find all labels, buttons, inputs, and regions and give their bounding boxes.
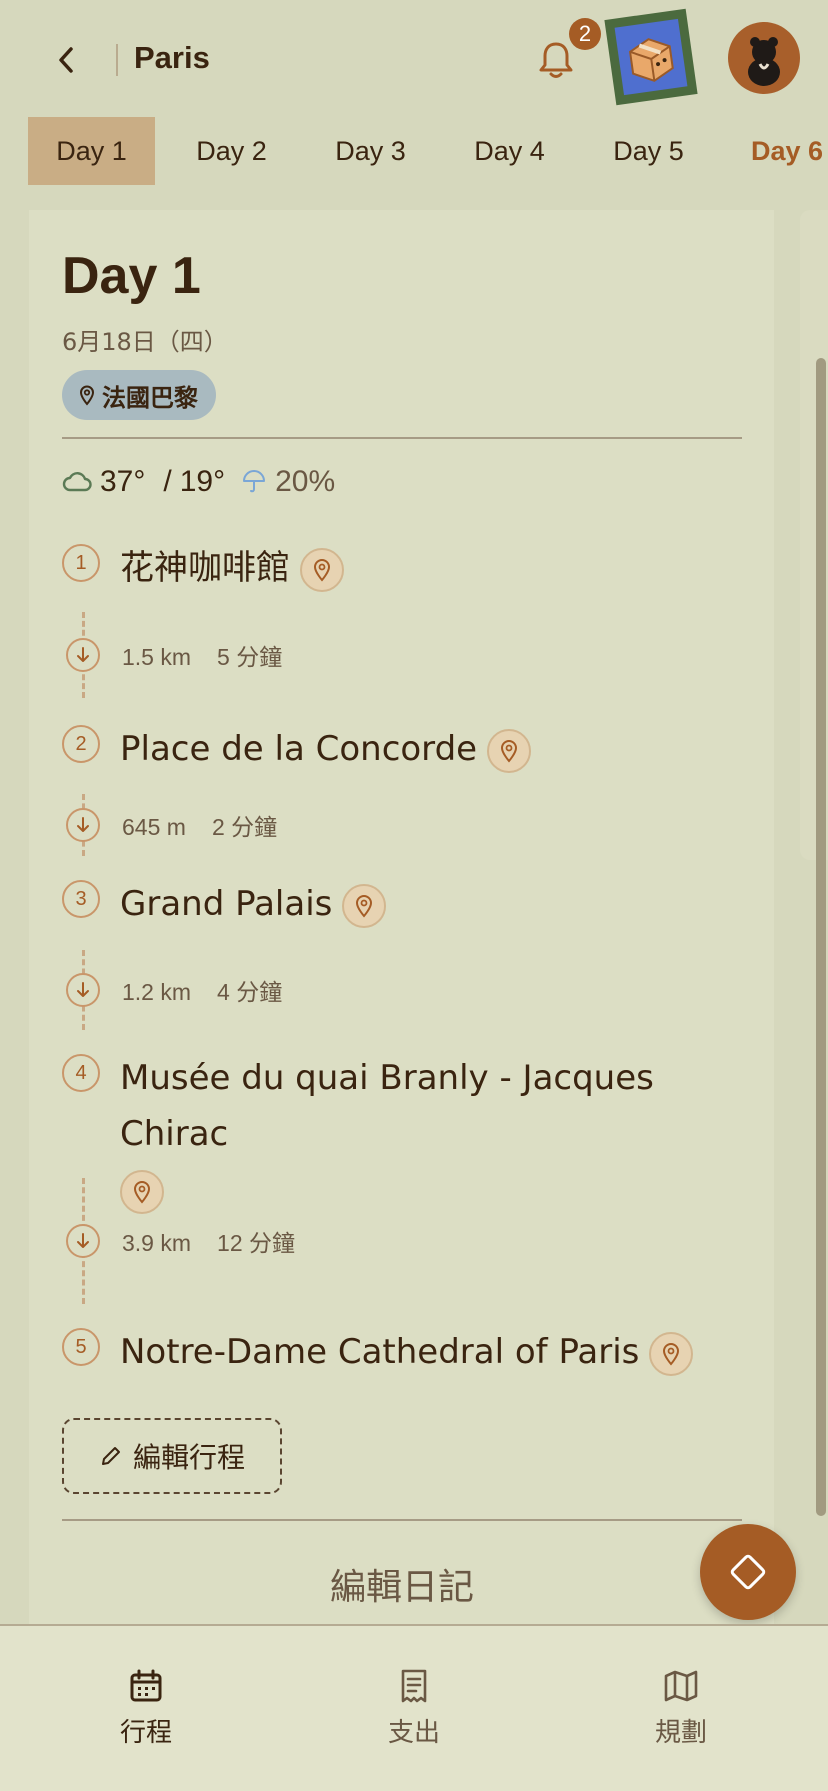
umbrella-icon [243, 470, 266, 493]
section-divider [62, 1519, 742, 1521]
nav-expenses-label: 支出 [387, 1718, 440, 1748]
stop-name: Notre-Dame Cathedral of Paris [120, 1332, 640, 1372]
stop-name: Place de la Concorde [120, 729, 478, 769]
arrow-down-icon [66, 1224, 100, 1258]
arrow-down-icon [66, 808, 100, 842]
bottom-nav: 行程 支出 規劃 [0, 1624, 828, 1791]
page-title: Paris [134, 40, 210, 75]
tab-day-1[interactable]: Day 1 [28, 117, 155, 185]
weather-summary: 37° / 19° 20% [62, 462, 335, 502]
notification-badge: 2 [569, 18, 601, 50]
cloud-icon [62, 472, 92, 492]
leg-duration: 4 分鐘 [217, 979, 283, 1005]
stop-name: Musée du quai Branly - Jacques Chirac [120, 1058, 654, 1154]
nav-itinerary[interactable]: 行程 [76, 1668, 216, 1749]
itinerary-stop[interactable]: 3 Grand Palais [62, 876, 387, 932]
pencil-icon [101, 1447, 120, 1465]
leg-duration: 2 分鐘 [211, 814, 278, 840]
notifications-button[interactable] [536, 38, 576, 82]
route-leg: 3.9 km 12 分鐘 [66, 1178, 295, 1304]
diamond-icon [730, 1554, 766, 1590]
calendar-icon [130, 1669, 162, 1702]
leg-distance: 1.2 km [122, 979, 192, 1005]
location-pin-icon [79, 385, 95, 406]
day-date: 6月18日（四） [62, 328, 228, 356]
stop-number: 5 [62, 1328, 100, 1366]
map-pin-button[interactable] [342, 883, 387, 928]
location-label: 法國巴黎 [102, 383, 198, 412]
navigate-fab[interactable] [700, 1524, 796, 1620]
route-leg: 1.2 km 4 分鐘 [66, 950, 282, 1030]
user-avatar-icon [748, 37, 780, 86]
edit-itinerary-button[interactable]: 編輯行程 [62, 1418, 282, 1494]
tab-day-4[interactable]: Day 4 [446, 117, 573, 185]
nav-expenses[interactable]: 支出 [344, 1668, 484, 1749]
leg-distance: 645 m [122, 814, 186, 840]
avatar[interactable] [728, 22, 800, 94]
itinerary-stop[interactable]: 2 Place de la Concorde [62, 721, 532, 777]
edit-diary-button[interactable]: 編輯日記 [0, 1558, 804, 1610]
app-header: Paris 2 [0, 0, 828, 118]
arrow-down-icon [66, 973, 100, 1007]
stop-number: 4 [62, 1054, 100, 1092]
map-icon [664, 1670, 698, 1702]
route-leg: 1.5 km 5 分鐘 [66, 612, 282, 698]
itinerary-stop[interactable]: 1 花神咖啡館 [62, 540, 344, 596]
nav-planning-label: 規劃 [654, 1718, 707, 1748]
day-title: Day 1 [62, 247, 201, 305]
tab-day-3[interactable]: Day 3 [307, 117, 434, 185]
stop-name: Grand Palais [120, 884, 333, 924]
package-sticker[interactable] [604, 8, 698, 106]
bell-icon [539, 42, 573, 78]
itinerary-stop[interactable]: 5 Notre-Dame Cathedral of Paris [62, 1324, 694, 1380]
rain-chance: 20% [275, 465, 336, 498]
leg-duration: 5 分鐘 [217, 644, 283, 670]
temp-separator: / [163, 465, 172, 498]
package-icon [614, 18, 688, 96]
route-leg: 645 m 2 分鐘 [66, 794, 277, 856]
map-pin-button[interactable] [487, 728, 532, 773]
map-pin-icon [501, 739, 518, 763]
stop-number: 2 [62, 725, 100, 763]
map-pin-icon [663, 1342, 680, 1366]
arrow-down-icon [66, 638, 100, 672]
stop-name: 花神咖啡館 [120, 548, 290, 588]
map-pin-icon [313, 558, 331, 582]
leg-distance: 3.9 km [122, 1230, 192, 1256]
tab-day-2[interactable]: Day 2 [168, 117, 295, 185]
receipt-icon [401, 1669, 427, 1703]
chevron-left-icon [59, 47, 73, 73]
stop-number: 1 [62, 544, 100, 582]
leg-distance: 1.5 km [122, 644, 192, 670]
day-tabs: Day 1 Day 2 Day 3 Day 4 Day 5 Day 6 [0, 117, 828, 185]
map-pin-button[interactable] [300, 547, 344, 592]
temp-low: 19° [179, 465, 226, 498]
back-button[interactable] [46, 38, 86, 82]
tab-day-6[interactable]: Day 6 [743, 117, 828, 185]
edit-itinerary-label: 編輯行程 [132, 1441, 245, 1474]
map-pin-icon [356, 894, 373, 918]
tab-day-5[interactable]: Day 5 [585, 117, 712, 185]
map-pin-button[interactable] [649, 1331, 694, 1376]
section-divider [62, 437, 742, 439]
nav-itinerary-label: 行程 [119, 1718, 172, 1748]
stop-number: 3 [62, 880, 100, 918]
temp-high: 37° [100, 465, 146, 498]
scrollbar[interactable] [816, 358, 826, 1516]
nav-planning[interactable]: 規劃 [611, 1668, 751, 1749]
leg-duration: 12 分鐘 [217, 1230, 296, 1256]
header-divider [116, 44, 118, 76]
location-chip[interactable]: 法國巴黎 [62, 370, 216, 420]
